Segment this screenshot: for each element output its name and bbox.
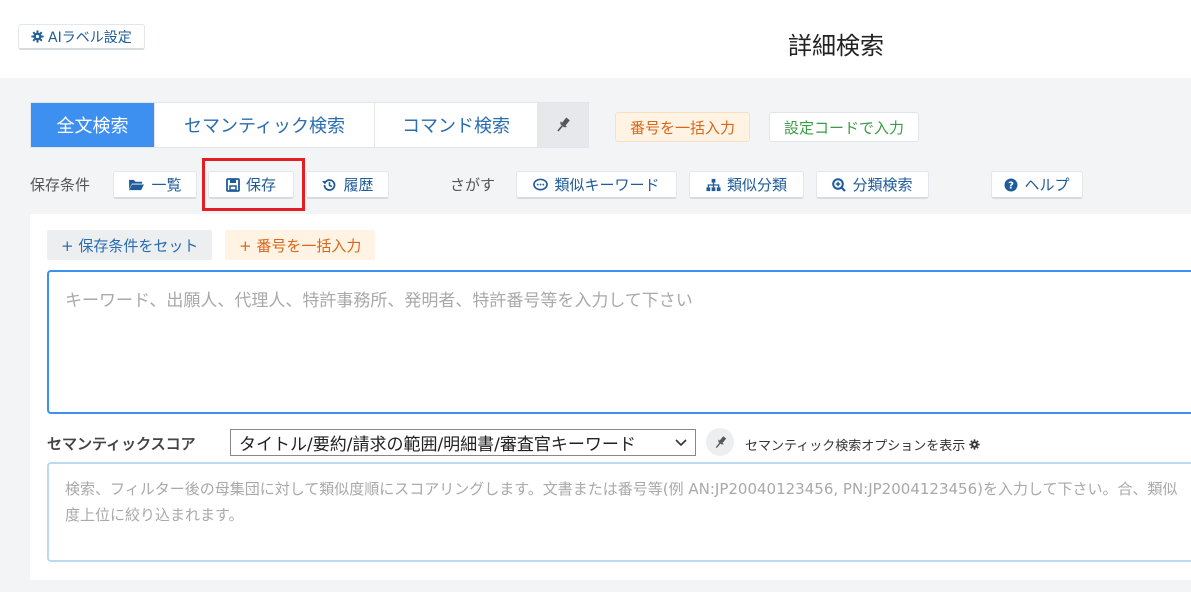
gear-icon [31,30,44,43]
similar-class-label: 類似分類 [726,176,787,194]
bulk-number-input-button[interactable]: 番号を一括入力 [615,112,751,142]
top-header [0,0,1191,78]
semantic-field-select[interactable]: タイトル/要約/請求の範囲/明細書/審査官キーワード [230,429,696,456]
svg-text:?: ? [1009,180,1015,191]
list-button-label: 一覧 [151,176,182,194]
tab-command[interactable]: コマンド検索 [375,103,538,147]
keyword-input[interactable] [47,270,1191,414]
class-search-button[interactable]: 分類検索 [816,171,929,199]
help-button[interactable]: ? ヘルプ [991,171,1083,199]
gear-icon [969,439,980,450]
question-circle-icon: ? [1004,178,1018,192]
similar-keyword-label: 類似キーワード [554,176,660,194]
semantic-pin-button[interactable] [706,428,734,456]
list-button[interactable]: 一覧 [113,171,197,199]
semantic-text-input[interactable] [47,462,1191,562]
help-label: ヘルプ [1024,176,1070,194]
page-title: 詳細検索 [788,32,884,60]
tab-semantic[interactable]: セマンティック検索 [155,103,375,147]
set-saved-condition-button[interactable]: + 保存条件をセット [47,230,213,260]
pin-icon [554,116,572,134]
semantic-options-toggle[interactable]: セマンティック検索オプションを表示 [745,435,980,454]
similar-class-button[interactable]: 類似分類 [689,171,804,199]
save-button-highlight [202,158,305,211]
semantic-field-select-value: タイトル/要約/請求の範囲/明細書/審査官キーワード [239,435,636,455]
semantic-options-label: セマンティック検索オプションを表示 [745,439,966,454]
pin-icon [713,435,728,450]
comment-dots-icon [533,178,549,192]
semantic-score-label: セマンティックスコア [47,435,196,453]
setting-code-input-button[interactable]: 設定コードで入力 [769,112,920,142]
sitemap-icon [706,178,721,192]
search-tools-label: さがす [450,176,496,194]
history-button-label: 履歴 [343,176,374,194]
tab-fulltext[interactable]: 全文検索 [31,103,155,147]
ai-label-settings-label: AIラベル設定 [48,29,132,46]
history-button[interactable]: 履歴 [306,171,389,199]
similar-keyword-button[interactable]: 類似キーワード [516,171,677,199]
history-icon [321,178,337,192]
top-strip [0,0,1191,6]
search-mode-tabs: 全文検索 セマンティック検索 コマンド検索 [30,102,589,148]
pin-tab-button[interactable] [538,103,588,147]
folder-open-icon [128,178,145,191]
class-search-label: 分類検索 [852,176,913,194]
ai-label-settings-button[interactable]: AIラベル設定 [18,24,145,50]
bulk-number-input-panel-button[interactable]: + 番号を一括入力 [225,230,376,260]
chevron-down-icon [675,438,687,447]
saved-conditions-label: 保存条件 [30,176,91,194]
search-plus-icon [832,177,847,192]
